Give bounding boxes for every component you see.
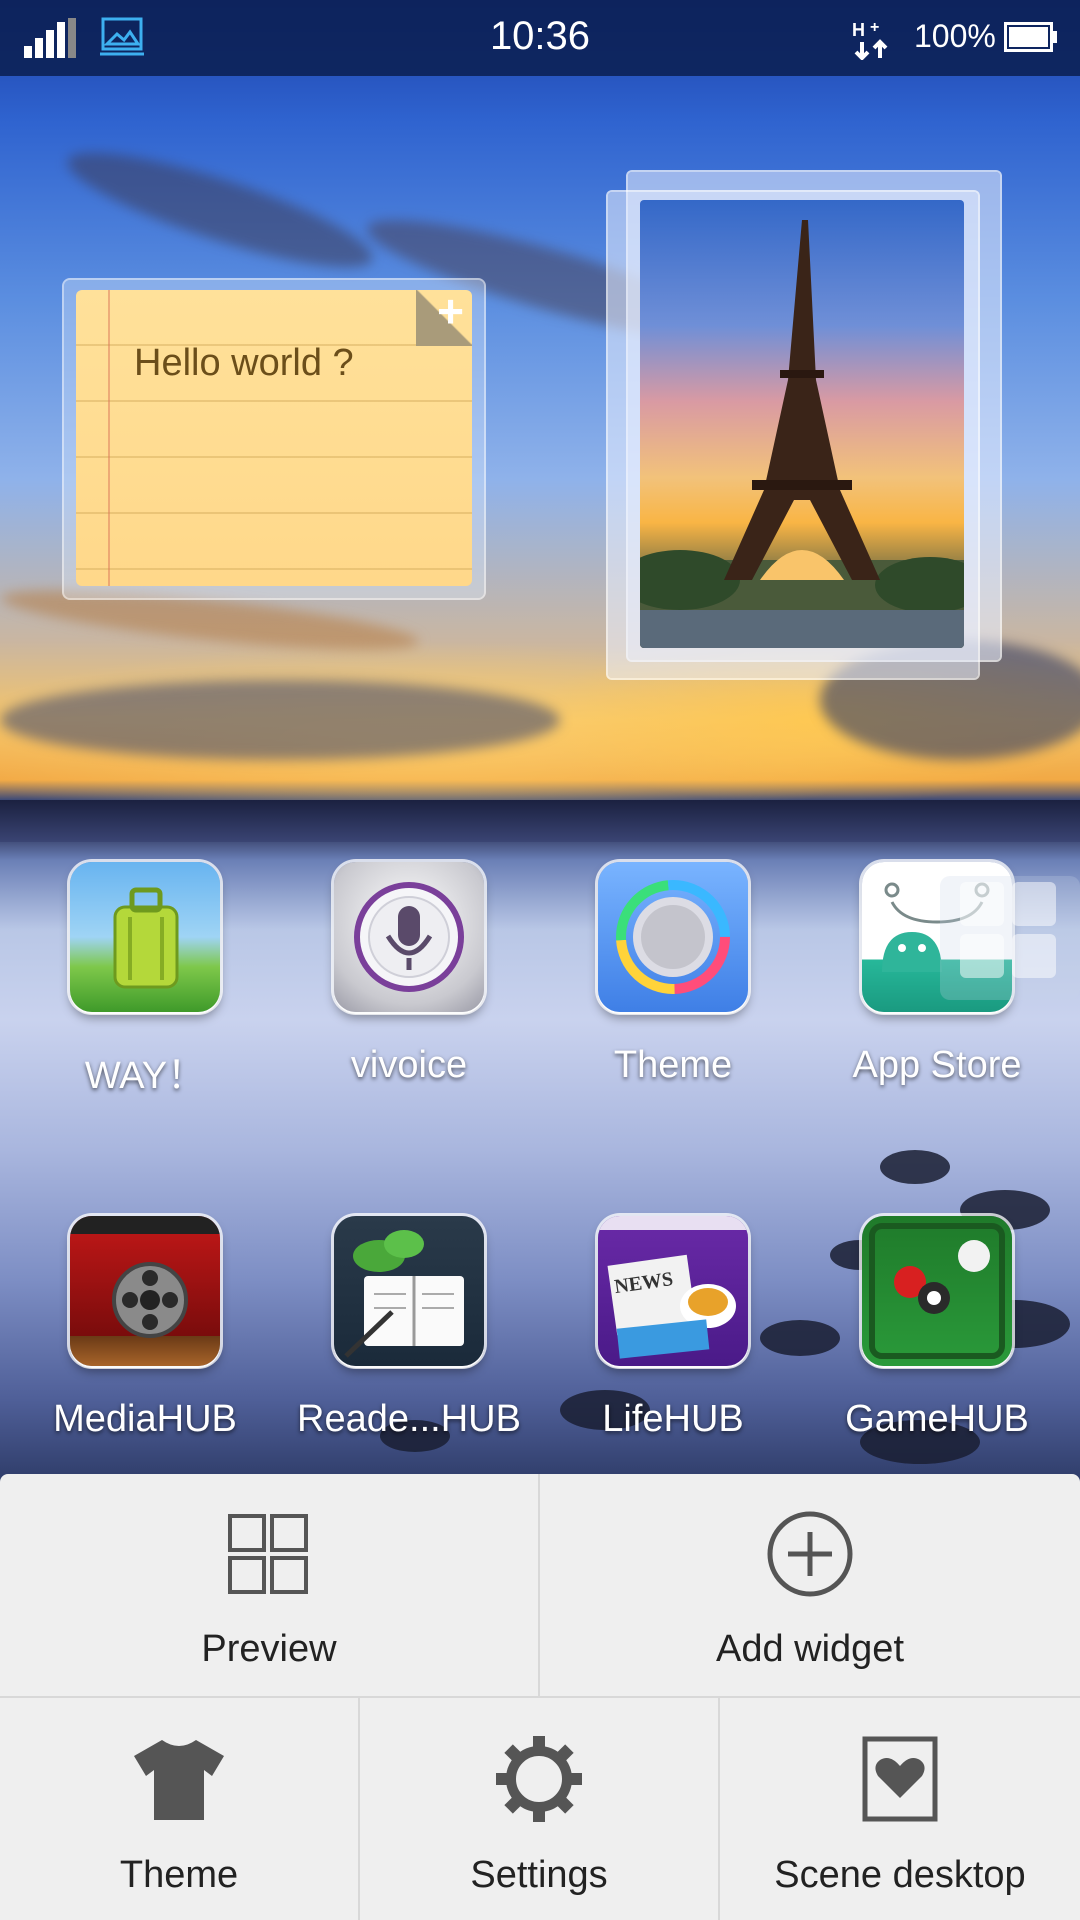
photo-widget[interactable] xyxy=(608,172,1000,678)
app-label: Reade...HUB xyxy=(297,1398,521,1440)
battery-percent: 100% xyxy=(914,18,996,54)
book-icon xyxy=(334,1216,484,1366)
preview-button[interactable]: Preview xyxy=(0,1474,538,1696)
luggage-icon xyxy=(70,862,220,1012)
data-transfer-icon: H + xyxy=(852,19,888,60)
add-circle-icon xyxy=(767,1511,853,1597)
screen-thumb xyxy=(960,934,1004,978)
app-label: GameHUB xyxy=(845,1398,1029,1440)
app-label: LifeHUB xyxy=(602,1398,744,1440)
app-mediahub[interactable]: MediaHUB xyxy=(12,1216,252,1456)
gear-icon xyxy=(496,1736,582,1822)
app-lifehub[interactable]: NEWS LifeHUB xyxy=(540,1216,780,1456)
add-widget-label: Add widget xyxy=(715,1628,904,1670)
battery-icon xyxy=(1004,22,1057,52)
add-widget-button[interactable]: Add widget xyxy=(540,1474,1080,1696)
theme-label: Theme xyxy=(119,1854,239,1896)
tshirt-icon xyxy=(134,1740,224,1820)
bottom-menu: Preview Add widget Theme Settings Scene … xyxy=(0,1474,1080,1920)
app-label: Theme xyxy=(613,1044,733,1086)
eiffel-tower-photo xyxy=(640,200,964,648)
theme-button[interactable]: Theme xyxy=(0,1698,358,1920)
microphone-icon xyxy=(334,862,484,1012)
scene-desktop-button[interactable]: Scene desktop xyxy=(720,1698,1080,1920)
heart-frame-icon xyxy=(862,1736,938,1822)
note-paper: Hello world ? xyxy=(76,284,472,586)
rock xyxy=(880,1150,950,1184)
grid-icon xyxy=(228,1514,308,1594)
app-way[interactable]: WAY！ xyxy=(12,862,252,1102)
app-label: vivoice xyxy=(350,1044,468,1086)
note-margin-line xyxy=(108,290,110,586)
horizon xyxy=(0,800,1080,842)
screen-manager-indicator[interactable] xyxy=(940,876,1080,1000)
theme-dial-icon xyxy=(598,862,748,1012)
news-icon: NEWS xyxy=(598,1216,748,1366)
cloud xyxy=(58,132,382,288)
status-bar: 10:36 H + 100% xyxy=(0,0,1080,76)
app-label: WAY！ xyxy=(84,1055,206,1097)
cloud xyxy=(0,680,560,760)
add-icon[interactable] xyxy=(416,284,472,346)
app-readerhub[interactable]: Reade...HUB xyxy=(276,1216,521,1456)
preview-label: Preview xyxy=(201,1628,337,1670)
screen-thumb xyxy=(960,882,1004,926)
eiffel-tower-drawing xyxy=(640,220,964,648)
screen-thumb xyxy=(1012,934,1056,978)
film-reel-icon xyxy=(70,1216,220,1366)
scene-desktop-label: Scene desktop xyxy=(774,1854,1026,1896)
settings-label: Settings xyxy=(470,1854,608,1896)
note-widget[interactable]: Hello world ? xyxy=(64,280,484,598)
screen-thumb xyxy=(1012,882,1056,926)
settings-button[interactable]: Settings xyxy=(360,1698,718,1920)
app-label: App Store xyxy=(852,1044,1022,1086)
app-vivoice[interactable]: vivoice xyxy=(276,862,516,1102)
app-gamehub[interactable]: GameHUB xyxy=(804,1216,1044,1456)
app-label: MediaHUB xyxy=(53,1398,237,1440)
svg-text:H: H xyxy=(852,20,865,40)
note-text: Hello world ? xyxy=(134,342,354,384)
svg-text:+: + xyxy=(870,19,879,36)
app-theme[interactable]: Theme xyxy=(540,862,780,1102)
billiards-icon xyxy=(862,1216,1012,1366)
